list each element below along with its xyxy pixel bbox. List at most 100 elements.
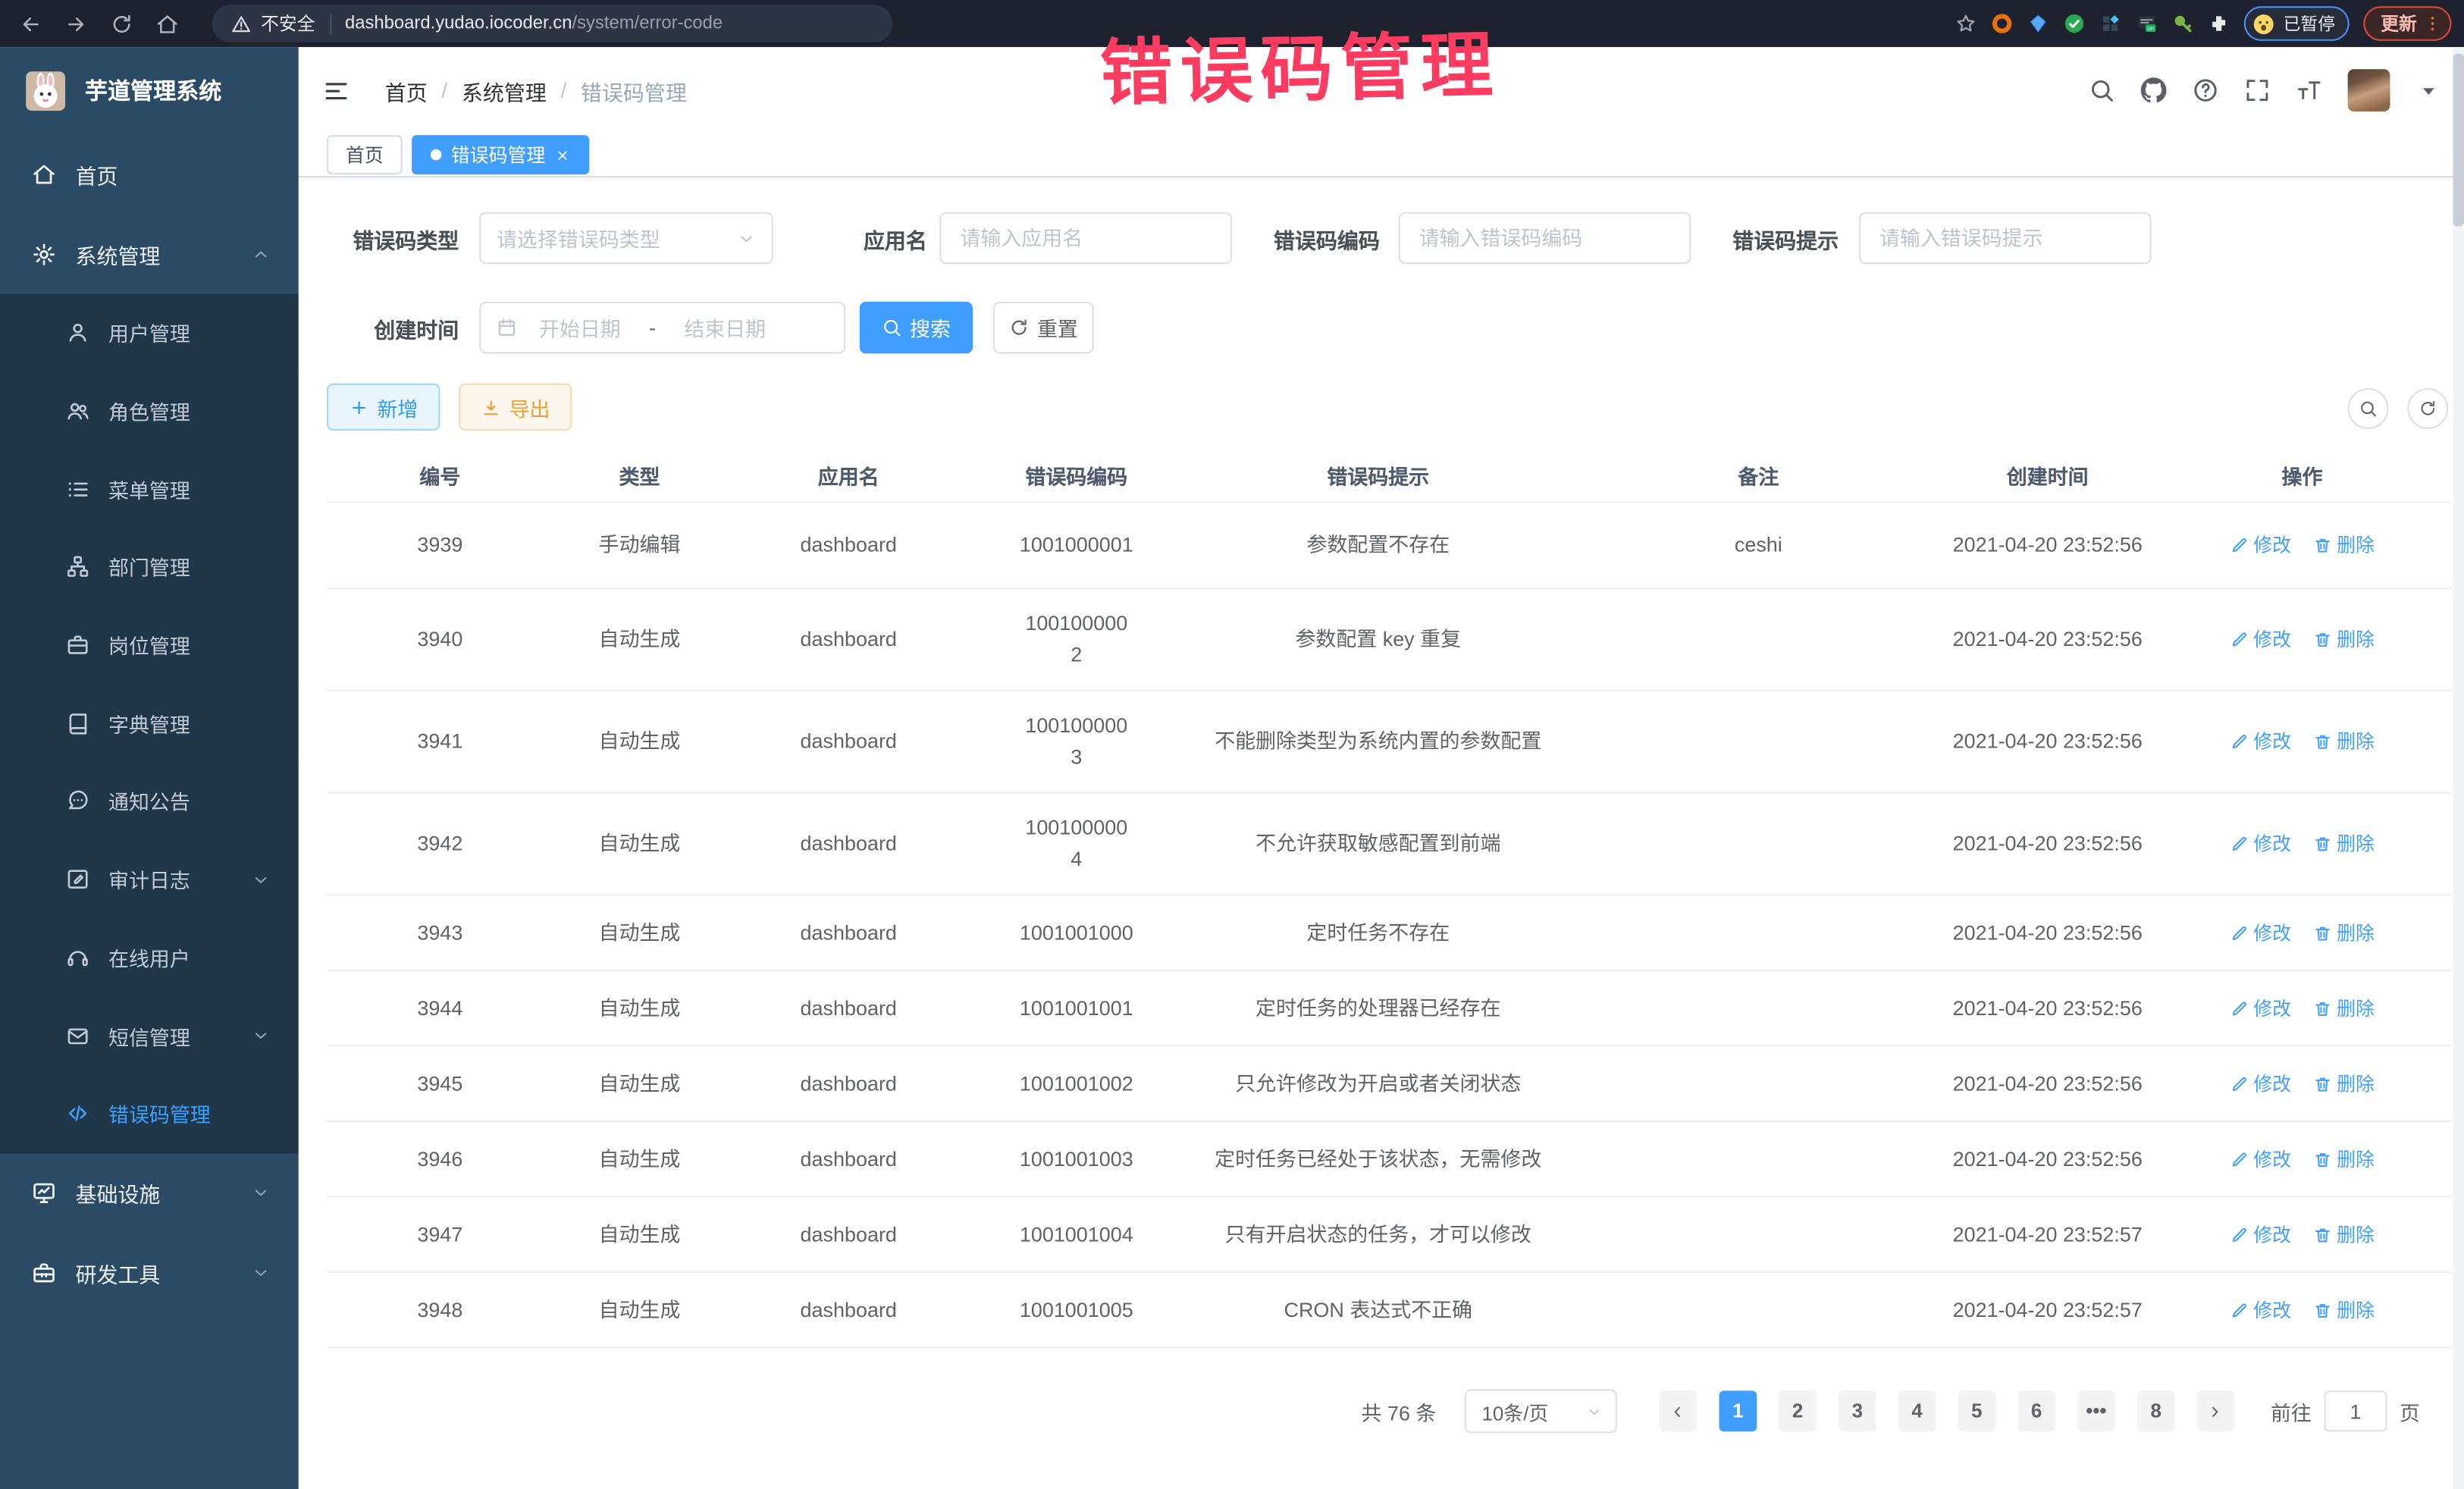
table-row[interactable]: 3939手动编辑dashboard1001000001参数配置不存在ceshi2… xyxy=(327,503,2451,589)
fullscreen-icon[interactable] xyxy=(2244,77,2271,104)
app-name-input[interactable] xyxy=(939,212,1232,264)
page-ellipsis-button[interactable]: ••• xyxy=(2077,1390,2115,1431)
sidebar-item-user-management[interactable]: 用户管理 xyxy=(0,294,299,372)
search-button[interactable]: 搜索 xyxy=(860,302,973,353)
scrollbar-track[interactable] xyxy=(2453,47,2464,1489)
extension-list-on-badge-icon[interactable]: on xyxy=(2136,13,2158,35)
next-page-button[interactable] xyxy=(2197,1390,2235,1431)
table-row[interactable]: 3947自动生成dashboard1001001004只有开启状态的任务，才可以… xyxy=(327,1197,2451,1272)
page-button-2[interactable]: 2 xyxy=(1779,1390,1817,1431)
error-code-type-select[interactable]: 请选择错误码类型 xyxy=(479,212,773,264)
page-button-3[interactable]: 3 xyxy=(1839,1390,1876,1431)
delete-link[interactable]: 删除 xyxy=(2313,992,2375,1023)
table-row[interactable]: 3946自动生成dashboard1001001003定时任务已经处于该状态，无… xyxy=(327,1122,2451,1197)
sidebar-item-dev-tools[interactable]: 研发工具 xyxy=(0,1233,299,1313)
header-search-icon[interactable] xyxy=(2089,77,2115,104)
delete-link[interactable]: 删除 xyxy=(2313,529,2375,560)
extension-grid-icon[interactable] xyxy=(2099,13,2121,35)
edit-link[interactable]: 修改 xyxy=(2230,1294,2291,1325)
sidebar-item-infrastructure[interactable]: 基础设施 xyxy=(0,1152,299,1233)
delete-link[interactable]: 删除 xyxy=(2313,624,2375,655)
prev-page-button[interactable] xyxy=(1660,1390,1698,1431)
sidebar-item-home[interactable]: 首页 xyxy=(0,133,299,214)
browser-forward-icon[interactable] xyxy=(64,12,88,36)
delete-link[interactable]: 删除 xyxy=(2313,917,2375,948)
page-button-8[interactable]: 8 xyxy=(2137,1390,2175,1431)
browser-reload-icon[interactable] xyxy=(110,12,133,36)
table-row[interactable]: 3943自动生成dashboard1001001000定时任务不存在2021-0… xyxy=(327,895,2451,970)
page-button-1[interactable]: 1 xyxy=(1719,1390,1757,1431)
error-code-input[interactable] xyxy=(1399,212,1691,264)
edit-link[interactable]: 修改 xyxy=(2230,726,2291,757)
font-size-icon[interactable] xyxy=(2296,77,2322,104)
scrollbar-thumb[interactable] xyxy=(2453,53,2464,226)
goto-page-input[interactable] xyxy=(2324,1390,2387,1431)
sidebar-item-error-code-management[interactable]: 错误码管理 xyxy=(0,1074,299,1152)
extension-green-check-icon[interactable] xyxy=(2063,13,2085,35)
user-avatar[interactable] xyxy=(2348,69,2390,111)
page-button-6[interactable]: 6 xyxy=(2017,1390,2055,1431)
browser-menu-dots-icon[interactable] xyxy=(2423,14,2442,33)
sidebar-item-role-management[interactable]: 角色管理 xyxy=(0,372,299,450)
delete-link[interactable]: 删除 xyxy=(2313,1067,2375,1099)
sidebar-item-audit-log[interactable]: 审计日志 xyxy=(0,841,299,919)
tab-active[interactable]: 错误码管理 xyxy=(412,135,589,174)
sidebar-collapse-icon[interactable] xyxy=(322,77,350,105)
delete-link[interactable]: 删除 xyxy=(2313,726,2375,757)
browser-update-button[interactable]: 更新 xyxy=(2363,6,2451,41)
table-row[interactable]: 3940自动生成dashboard1001000002参数配置 key 重复20… xyxy=(327,589,2451,691)
edit-link[interactable]: 修改 xyxy=(2230,529,2291,560)
close-icon[interactable] xyxy=(555,147,571,163)
export-button[interactable]: 导出 xyxy=(459,384,572,431)
error-hint-input[interactable] xyxy=(1859,212,2152,264)
address-bar[interactable]: 不安全 dashboard.yudao.iocoder.cn /system/e… xyxy=(212,5,892,42)
sidebar-item-dict-management[interactable]: 字典管理 xyxy=(0,685,299,763)
extensions-puzzle-icon[interactable] xyxy=(2208,13,2230,35)
extension-gem-icon[interactable] xyxy=(2027,13,2049,35)
help-icon[interactable] xyxy=(2192,77,2218,104)
edit-link[interactable]: 修改 xyxy=(2230,1143,2291,1174)
page-size-select[interactable]: 10条/页 xyxy=(1465,1389,1617,1433)
sidebar-item-post-management[interactable]: 岗位管理 xyxy=(0,607,299,685)
extension-key-icon[interactable] xyxy=(2171,13,2193,35)
table-row[interactable]: 3948自动生成dashboard1001001005CRON 表达式不正确20… xyxy=(327,1273,2451,1348)
edit-link[interactable]: 修改 xyxy=(2230,992,2291,1023)
extension-ring-icon[interactable] xyxy=(1991,13,2013,35)
edit-link[interactable]: 修改 xyxy=(2230,1067,2291,1099)
github-icon[interactable] xyxy=(2140,77,2167,104)
refresh-table-button[interactable] xyxy=(2407,388,2448,429)
browser-back-icon[interactable] xyxy=(19,12,42,36)
breadcrumb-item[interactable]: 系统管理 xyxy=(462,74,547,105)
page-button-4[interactable]: 4 xyxy=(1898,1390,1936,1431)
sidebar-item-menu-management[interactable]: 菜单管理 xyxy=(0,450,299,528)
delete-link[interactable]: 删除 xyxy=(2313,1218,2375,1249)
table-row[interactable]: 3941自动生成dashboard1001000003不能删除类型为系统内置的参… xyxy=(327,691,2451,794)
table-row[interactable]: 3945自动生成dashboard1001001002只允许修改为开启或者关闭状… xyxy=(327,1046,2451,1121)
edit-link[interactable]: 修改 xyxy=(2230,917,2291,948)
edit-link[interactable]: 修改 xyxy=(2230,828,2291,859)
browser-home-icon[interactable] xyxy=(155,12,179,36)
sidebar-item-sms-management[interactable]: 短信管理 xyxy=(0,996,299,1074)
date-range-picker[interactable]: 开始日期 - 结束日期 xyxy=(479,302,845,353)
table-row[interactable]: 3944自动生成dashboard1001001001定时任务的处理器已经存在2… xyxy=(327,971,2451,1046)
delete-link[interactable]: 删除 xyxy=(2313,828,2375,859)
add-button[interactable]: 新增 xyxy=(327,384,440,431)
user-menu-caret-icon[interactable] xyxy=(2415,77,2442,104)
reset-button[interactable]: 重置 xyxy=(993,302,1094,353)
breadcrumb-item[interactable]: 首页 xyxy=(385,74,428,105)
sidebar-item-system-management[interactable]: 系统管理 xyxy=(0,214,299,294)
show-search-toggle-button[interactable] xyxy=(2348,388,2389,429)
paused-badge[interactable]: 已暂停 xyxy=(2244,6,2350,41)
table-row[interactable]: 3942自动生成dashboard1001000004不允许获取敏感配置到前端2… xyxy=(327,794,2451,896)
bookmark-star-icon[interactable] xyxy=(1955,13,1977,35)
delete-link[interactable]: 删除 xyxy=(2313,1294,2375,1325)
page-button-5[interactable]: 5 xyxy=(1958,1390,1996,1431)
edit-link[interactable]: 修改 xyxy=(2230,624,2291,655)
edit-link[interactable]: 修改 xyxy=(2230,1218,2291,1249)
sidebar-item-online-users[interactable]: 在线用户 xyxy=(0,918,299,996)
sidebar-item-notice-announcement[interactable]: 通知公告 xyxy=(0,763,299,841)
tab-home[interactable]: 首页 xyxy=(327,135,403,174)
app-logo[interactable]: 芋道管理系统 xyxy=(0,47,299,133)
sidebar-item-dept-management[interactable]: 部门管理 xyxy=(0,528,299,607)
delete-link[interactable]: 删除 xyxy=(2313,1143,2375,1174)
